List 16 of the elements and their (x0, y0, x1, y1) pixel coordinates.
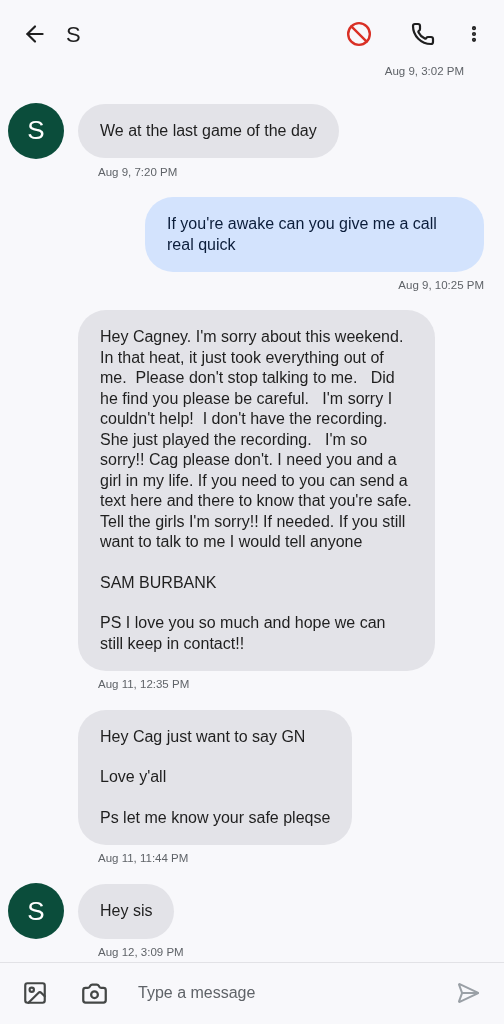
message-bubble[interactable]: We at the last game of the day (78, 103, 339, 158)
message-bubble[interactable]: If you're awake can you give me a call real quick (145, 197, 484, 272)
message-input[interactable]: Type a message (138, 981, 454, 1006)
message-timestamp: Aug 9, 3:02 PM (384, 64, 464, 77)
contact-avatar[interactable]: S (8, 102, 64, 159)
conversation-title: S (66, 20, 82, 49)
message-bubble[interactable]: Hey Cag just want to say GN Love y'all Ps let me know your safe pleqse (78, 709, 353, 845)
message-bubble[interactable]: Hey sis (78, 884, 175, 939)
message-timestamp: Aug 9, 10:25 PM (398, 278, 484, 293)
message-timestamp: Aug 9, 7:20 PM (97, 164, 178, 180)
gallery-icon[interactable] (22, 980, 48, 1007)
message-timestamp: Aug 11, 12:35 PM (97, 677, 190, 693)
contact-avatar[interactable]: S (8, 883, 64, 940)
message-timestamp: Aug 12, 3:09 PM (97, 945, 184, 961)
message-bubble[interactable]: Hey Cagney. I'm sorry about this weekend. In that heat, it just took everything out of me. Please don't stop talking to me. Did he find you please be careful. I'm sorry I couldn't help! I don't have the recording. She just played the recording. I'm so sorry!! Cag please don't. I need you and a girl in my life. If you need to you can send a text here and there to know that you're safe. Tell the girls I'm sorry!! If needed. If you still want to talk to me I would tell anyone SAM BURBANK PS I love you so much and hope we can still keep in contact!! (78, 310, 435, 672)
message-timestamp: Aug 11, 11:44 PM (97, 851, 189, 866)
